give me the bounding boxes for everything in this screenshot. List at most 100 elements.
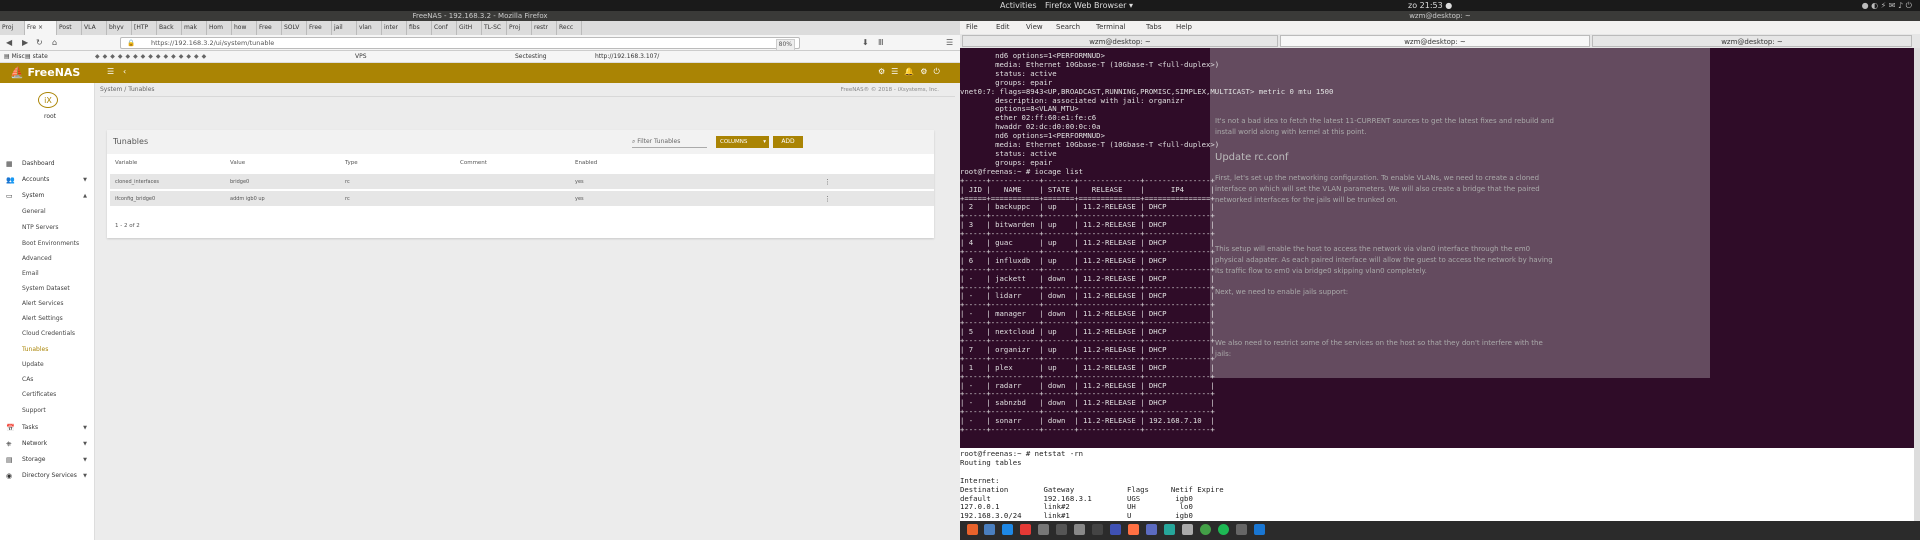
table-row[interactable]: ifconfig_bridge0 addm igb0 up rc yes ⋮ [110, 191, 934, 207]
col-header-variable[interactable]: Variable [115, 160, 137, 166]
home-icon[interactable]: ⌂ [52, 38, 57, 48]
spotify-dock-icon[interactable] [1218, 524, 1229, 535]
browser-tab[interactable]: mak [182, 21, 207, 35]
back-icon[interactable]: ◀ [6, 38, 12, 48]
files-dock-icon[interactable] [984, 524, 995, 535]
sidebar-item-support[interactable]: Support [0, 404, 95, 418]
activities-button[interactable]: Activities [1000, 0, 1037, 11]
browser-tab[interactable]: [HTP [132, 21, 157, 35]
sidebar-item-dashboard[interactable]: ▦ Dashboard [0, 157, 95, 171]
menu-toggle-icon[interactable]: ☰ [107, 67, 114, 76]
browser-tab[interactable]: Hom [207, 21, 232, 35]
sidebar-item-system[interactable]: ▭ System ▲ [0, 189, 95, 203]
table-row[interactable]: cloned_interfaces bridge0 rc yes ⋮ [110, 174, 934, 190]
bookmark-url[interactable]: http://192.168.3.107/ [595, 51, 659, 63]
terminal-menu-item[interactable]: Edit [996, 21, 1010, 34]
header-tools[interactable]: ⚙☰🔔⚙⏻ [878, 67, 946, 77]
sidebar-item-tasks[interactable]: 📅 Tasks ▼ [0, 421, 95, 435]
library-icon[interactable]: Ⅲ [878, 38, 884, 48]
app-dock-icon[interactable] [1146, 524, 1157, 535]
sidebar-item-storage[interactable]: ▤ Storage ▼ [0, 453, 95, 467]
sidebar-item-advanced[interactable]: Advanced [0, 252, 95, 266]
terminal-menu-item[interactable]: Tabs [1146, 21, 1162, 34]
sidebar-item-alert-services[interactable]: Alert Services [0, 297, 95, 311]
browser-tab[interactable]: Free [307, 21, 332, 35]
browser-tab[interactable]: vlan [357, 21, 382, 35]
app-dock-icon[interactable] [1092, 524, 1103, 535]
browser-tab[interactable]: TL-SC [482, 21, 507, 35]
terminal-menu-item[interactable]: Terminal [1096, 21, 1126, 34]
system-tray[interactable]: ● ◐ ⚡ ✉ ♪ ⏻ [1862, 0, 1912, 11]
sidebar-item-cloud-credentials[interactable]: Cloud Credentials [0, 327, 95, 341]
app-dock-icon[interactable] [1200, 524, 1211, 535]
terminal-body[interactable]: It's not a bad idea to fetch the latest … [960, 48, 1914, 448]
browser-tab[interactable]: Proj [0, 21, 25, 35]
clock[interactable]: zo 21:53 ● [1408, 0, 1452, 11]
columns-button[interactable]: COLUMNS ▾ [716, 136, 769, 148]
bookmark-vps[interactable]: VPS [355, 51, 367, 63]
sidebar-item-update[interactable]: Update [0, 358, 95, 372]
terminal-menu-item[interactable]: Search [1056, 21, 1080, 34]
forward-icon[interactable]: ▶ [22, 38, 28, 48]
terminal-tab[interactable]: wzm@desktop: ~ [1280, 35, 1590, 47]
sidebar-item-network[interactable]: ⎈ Network ▼ [0, 437, 95, 451]
browser-tab[interactable]: Post [57, 21, 82, 35]
add-button[interactable]: ADD [773, 136, 803, 148]
bookmark-favicons[interactable]: ◆◆◆◆◆◆◆◆◆◆◆◆◆◆◆ [95, 51, 209, 63]
app-dock-icon[interactable] [1182, 524, 1193, 535]
browser-tab[interactable]: VLA [82, 21, 107, 35]
browser-tab[interactable]: Free [257, 21, 282, 35]
filter-input[interactable]: ⌕ Filter Tunables [632, 136, 707, 148]
freenas-logo[interactable]: ⛵ FreeNAS [10, 66, 96, 80]
row-menu-icon[interactable]: ⋮ [824, 191, 831, 207]
collapse-icon[interactable]: ‹ [123, 67, 126, 76]
col-header-comment[interactable]: Comment [460, 160, 487, 166]
row-menu-icon[interactable]: ⋮ [824, 174, 831, 190]
bookmark-sectesting[interactable]: Sectesting [515, 51, 547, 63]
terminal-menu-item[interactable]: File [966, 21, 978, 34]
sidebar-item-boot-environments[interactable]: Boot Environments [0, 237, 95, 251]
app-dock-icon[interactable] [1110, 524, 1121, 535]
menu-icon[interactable]: ☰ [946, 38, 953, 48]
sidebar-item-directory-services[interactable]: ◉ Directory Services ▼ [0, 469, 95, 483]
sidebar-item-email[interactable]: Email [0, 267, 95, 281]
sidebar-item-cas[interactable]: CAs [0, 373, 95, 387]
browser-tab[interactable]: fibs [407, 21, 432, 35]
terminal-tab[interactable]: wzm@desktop: ~ [1592, 35, 1912, 47]
browser-tab[interactable]: jail [332, 21, 357, 35]
url-bar[interactable]: 🔒 https://192.168.3.2/ui/system/tunable … [120, 37, 800, 51]
sidebar-item-ntp-servers[interactable]: NTP Servers [0, 221, 95, 235]
opera-dock-icon[interactable] [1020, 524, 1031, 535]
browser-tab[interactable]: how [232, 21, 257, 35]
firefox-dock-icon[interactable] [967, 524, 978, 535]
user-avatar[interactable]: iX [38, 92, 58, 108]
sidebar-item-general[interactable]: General [0, 205, 95, 219]
browser-tab[interactable]: Proj [507, 21, 532, 35]
chromium-dock-icon[interactable] [1002, 524, 1013, 535]
app-menu[interactable]: Firefox Web Browser ▾ [1045, 0, 1133, 11]
app-dock-icon[interactable] [1254, 524, 1265, 535]
app-dock-icon[interactable] [1128, 524, 1139, 535]
terminal-dock-icon[interactable] [1056, 524, 1067, 535]
browser-tab[interactable]: Back [157, 21, 182, 35]
downloads-icon[interactable]: ⬇ [862, 38, 869, 48]
app-dock-icon[interactable] [1164, 524, 1175, 535]
terminal-scrollbar[interactable] [1914, 48, 1920, 521]
sidebar-item-certificates[interactable]: Certificates [0, 388, 95, 402]
col-header-enabled[interactable]: Enabled [575, 160, 597, 166]
browser-tab[interactable]: inter [382, 21, 407, 35]
browser-tab[interactable]: SOLV [282, 21, 307, 35]
terminal-menu-item[interactable]: View [1026, 21, 1043, 34]
tool-dock-icon[interactable] [1038, 524, 1049, 535]
browser-tab[interactable]: bhyv [107, 21, 132, 35]
col-header-value[interactable]: Value [230, 160, 245, 166]
bookmark-state[interactable]: ▤ state [25, 51, 48, 63]
sidebar-item-accounts[interactable]: 👥 Accounts ▼ [0, 173, 95, 187]
reload-icon[interactable]: ↻ [36, 38, 43, 48]
terminal-lower-pane[interactable]: root@freenas:~ # netstat -rn Routing tab… [960, 448, 1914, 521]
browser-tab[interactable]: restr [532, 21, 557, 35]
col-header-type[interactable]: Type [345, 160, 358, 166]
bookmark-misc[interactable]: ▤ Misc [4, 51, 25, 63]
sidebar-item-tunables[interactable]: Tunables [0, 343, 95, 357]
sidebar-item-alert-settings[interactable]: Alert Settings [0, 312, 95, 326]
